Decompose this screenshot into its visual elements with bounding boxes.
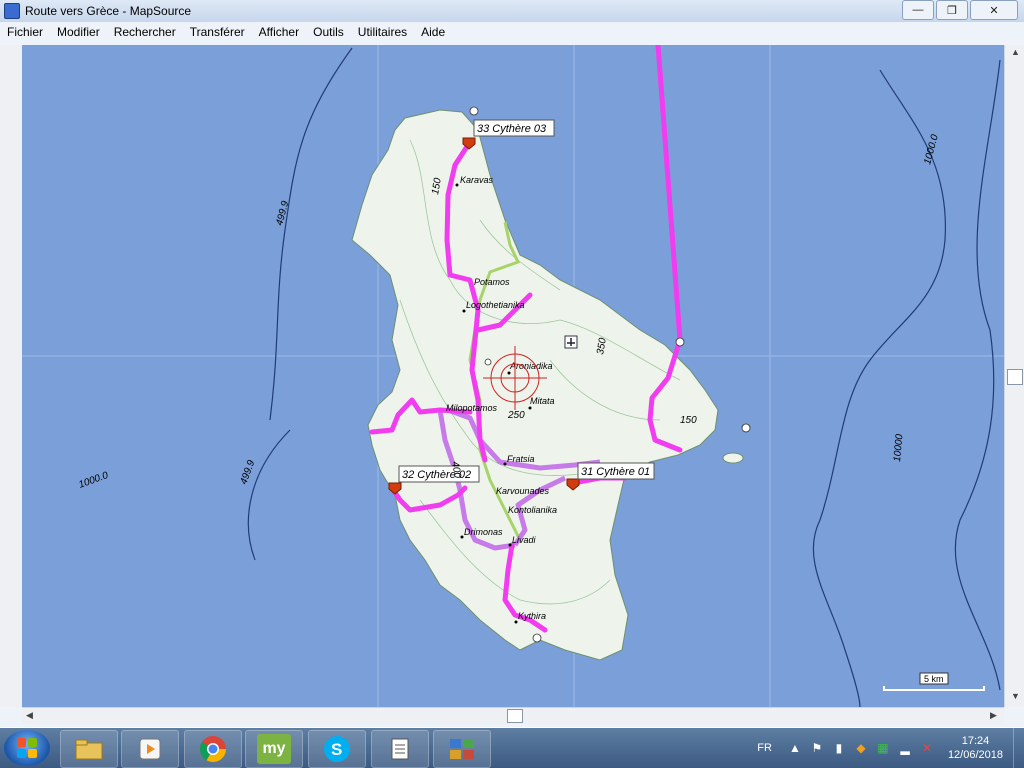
skype-icon: S	[324, 736, 350, 762]
scroll-up-arrow-icon[interactable]: ▲	[1011, 47, 1020, 57]
horizontal-scrollbar[interactable]: ◀ ▶	[22, 707, 1004, 724]
show-hidden-icons-icon[interactable]: ▲	[788, 741, 802, 755]
taskbar-explorer[interactable]	[60, 730, 118, 768]
place-dot	[455, 183, 459, 187]
maximize-button[interactable]: ❐	[936, 0, 968, 20]
map-view[interactable]: 33 Cythère 03 31 Cythère 01 32 Cythère 0…	[22, 45, 1004, 707]
place-dot	[507, 371, 511, 375]
depth-contour	[247, 429, 291, 561]
place-logothetianika: Logothetianika	[466, 300, 525, 310]
start-button[interactable]	[4, 730, 50, 766]
my-app-icon: my	[257, 734, 291, 764]
window-controls: — ❐ ✕	[902, 0, 1018, 20]
map-canvas[interactable]: 33 Cythère 03 31 Cythère 01 32 Cythère 0…	[22, 45, 1004, 707]
minimize-button[interactable]: —	[902, 0, 934, 20]
menu-bar: Fichier Modifier Rechercher Transférer A…	[0, 22, 1024, 42]
vertical-scroll-thumb[interactable]	[1007, 369, 1023, 385]
notes-icon	[391, 738, 409, 760]
taskbar-skype[interactable]: S	[308, 730, 366, 768]
clock[interactable]: 17:24 12/06/2018	[948, 734, 1003, 762]
menu-outils[interactable]: Outils	[306, 25, 351, 39]
lighthouse-icon	[532, 633, 542, 643]
network-signal-icon[interactable]: ▂	[898, 741, 912, 755]
menu-fichier[interactable]: Fichier	[0, 25, 50, 39]
scale-line	[883, 686, 985, 691]
window-title: Route vers Grèce - MapSource	[25, 4, 192, 18]
scroll-left-arrow-icon[interactable]: ◀	[26, 710, 33, 721]
depth-contour	[954, 59, 1001, 691]
depth-contour	[269, 47, 353, 421]
menu-aide[interactable]: Aide	[414, 25, 452, 39]
scale-bar: 5 km	[883, 672, 985, 691]
islet	[722, 452, 744, 464]
taskbar: my S FR ▲ ⚑ ▮ ◆ ▦ ▂ ✕ 17:24 12/06/2018	[0, 728, 1024, 768]
place-milopotamos: Milopotamos	[446, 403, 498, 413]
lighthouse-icon	[484, 358, 492, 366]
place-fratsia: Fratsia	[507, 454, 535, 464]
map-frame: 33 Cythère 03 31 Cythère 01 32 Cythère 0…	[0, 41, 1024, 727]
depth-label-1000-east: 1000.0	[922, 133, 941, 166]
place-karvounades: Karvounades	[496, 486, 550, 496]
depth-contour	[812, 69, 947, 707]
depth-label-499-south: 499.9	[238, 458, 257, 486]
close-button[interactable]: ✕	[970, 0, 1018, 20]
scale-label: 5 km	[924, 674, 944, 684]
action-center-flag-icon[interactable]: ⚑	[810, 741, 824, 755]
place-livadi: Livadi	[512, 535, 537, 545]
scroll-down-arrow-icon[interactable]: ▼	[1011, 691, 1020, 701]
depth-label-1000-west: 1000.0	[77, 470, 110, 491]
lighthouse-icon	[741, 423, 751, 433]
taskbar-chrome[interactable]	[184, 730, 242, 768]
vertical-scrollbar[interactable]: ▲ ▼	[1004, 45, 1024, 707]
place-drimonas: Drimonas	[464, 527, 503, 537]
system-tray: FR ▲ ⚑ ▮ ◆ ▦ ▂ ✕ 17:24 12/06/2018	[757, 728, 1024, 768]
menu-modifier[interactable]: Modifier	[50, 25, 107, 39]
depth-label-499-north: 499.9	[274, 199, 291, 226]
menu-transferer[interactable]: Transférer	[183, 25, 252, 39]
taskbar-notes[interactable]	[371, 730, 429, 768]
language-indicator[interactable]: FR	[757, 742, 772, 754]
horizontal-scroll-thumb[interactable]	[507, 709, 523, 723]
lighthouse-icon	[675, 337, 685, 347]
place-karavas: Karavas	[460, 175, 494, 185]
svg-text:S: S	[331, 740, 342, 759]
windows-logo-icon	[17, 738, 37, 758]
media-player-icon	[139, 738, 161, 760]
elevation-150-east: 150	[680, 415, 697, 426]
menu-rechercher[interactable]: Rechercher	[107, 25, 183, 39]
show-desktop-button[interactable]	[1013, 728, 1024, 768]
taskbar-media-player[interactable]	[121, 730, 179, 768]
taskbar-my-app[interactable]: my	[245, 730, 303, 768]
volume-muted-icon[interactable]: ✕	[920, 741, 934, 755]
control-panel-icon	[450, 739, 474, 759]
taskbar-control-panel[interactable]	[433, 730, 491, 768]
waypoint-33-label[interactable]: 33 Cythère 03	[477, 123, 547, 135]
place-kythira: Kythira	[518, 611, 546, 621]
place-potamos: Potamos	[474, 277, 510, 287]
folder-icon	[75, 739, 103, 760]
scroll-right-arrow-icon[interactable]: ▶	[990, 710, 997, 721]
elevation-250: 250	[507, 410, 525, 421]
antivirus-icon[interactable]: ◆	[854, 741, 868, 755]
chrome-icon	[199, 736, 227, 763]
clock-date: 12/06/2018	[947, 749, 1003, 761]
depth-label-10000: 10000	[892, 433, 905, 462]
battery-icon[interactable]: ▮	[832, 741, 846, 755]
left-strip	[0, 45, 22, 707]
menu-utilitaires[interactable]: Utilitaires	[351, 25, 414, 39]
excel-icon[interactable]: ▦	[876, 741, 890, 755]
title-bar: Route vers Grèce - MapSource — ❐ ✕	[0, 0, 1024, 22]
place-dot	[528, 406, 532, 410]
menu-afficher[interactable]: Afficher	[252, 25, 306, 39]
place-mitata: Mitata	[530, 396, 555, 406]
place-kontolianika: Kontolianika	[508, 505, 557, 515]
clock-time: 17:24	[961, 735, 990, 747]
lighthouse-icon	[469, 106, 479, 116]
waypoint-31-label[interactable]: 31 Cythère 01	[581, 466, 650, 478]
place-aroniadika: Aroniadika	[509, 361, 553, 371]
mapsource-app-icon	[4, 3, 20, 19]
